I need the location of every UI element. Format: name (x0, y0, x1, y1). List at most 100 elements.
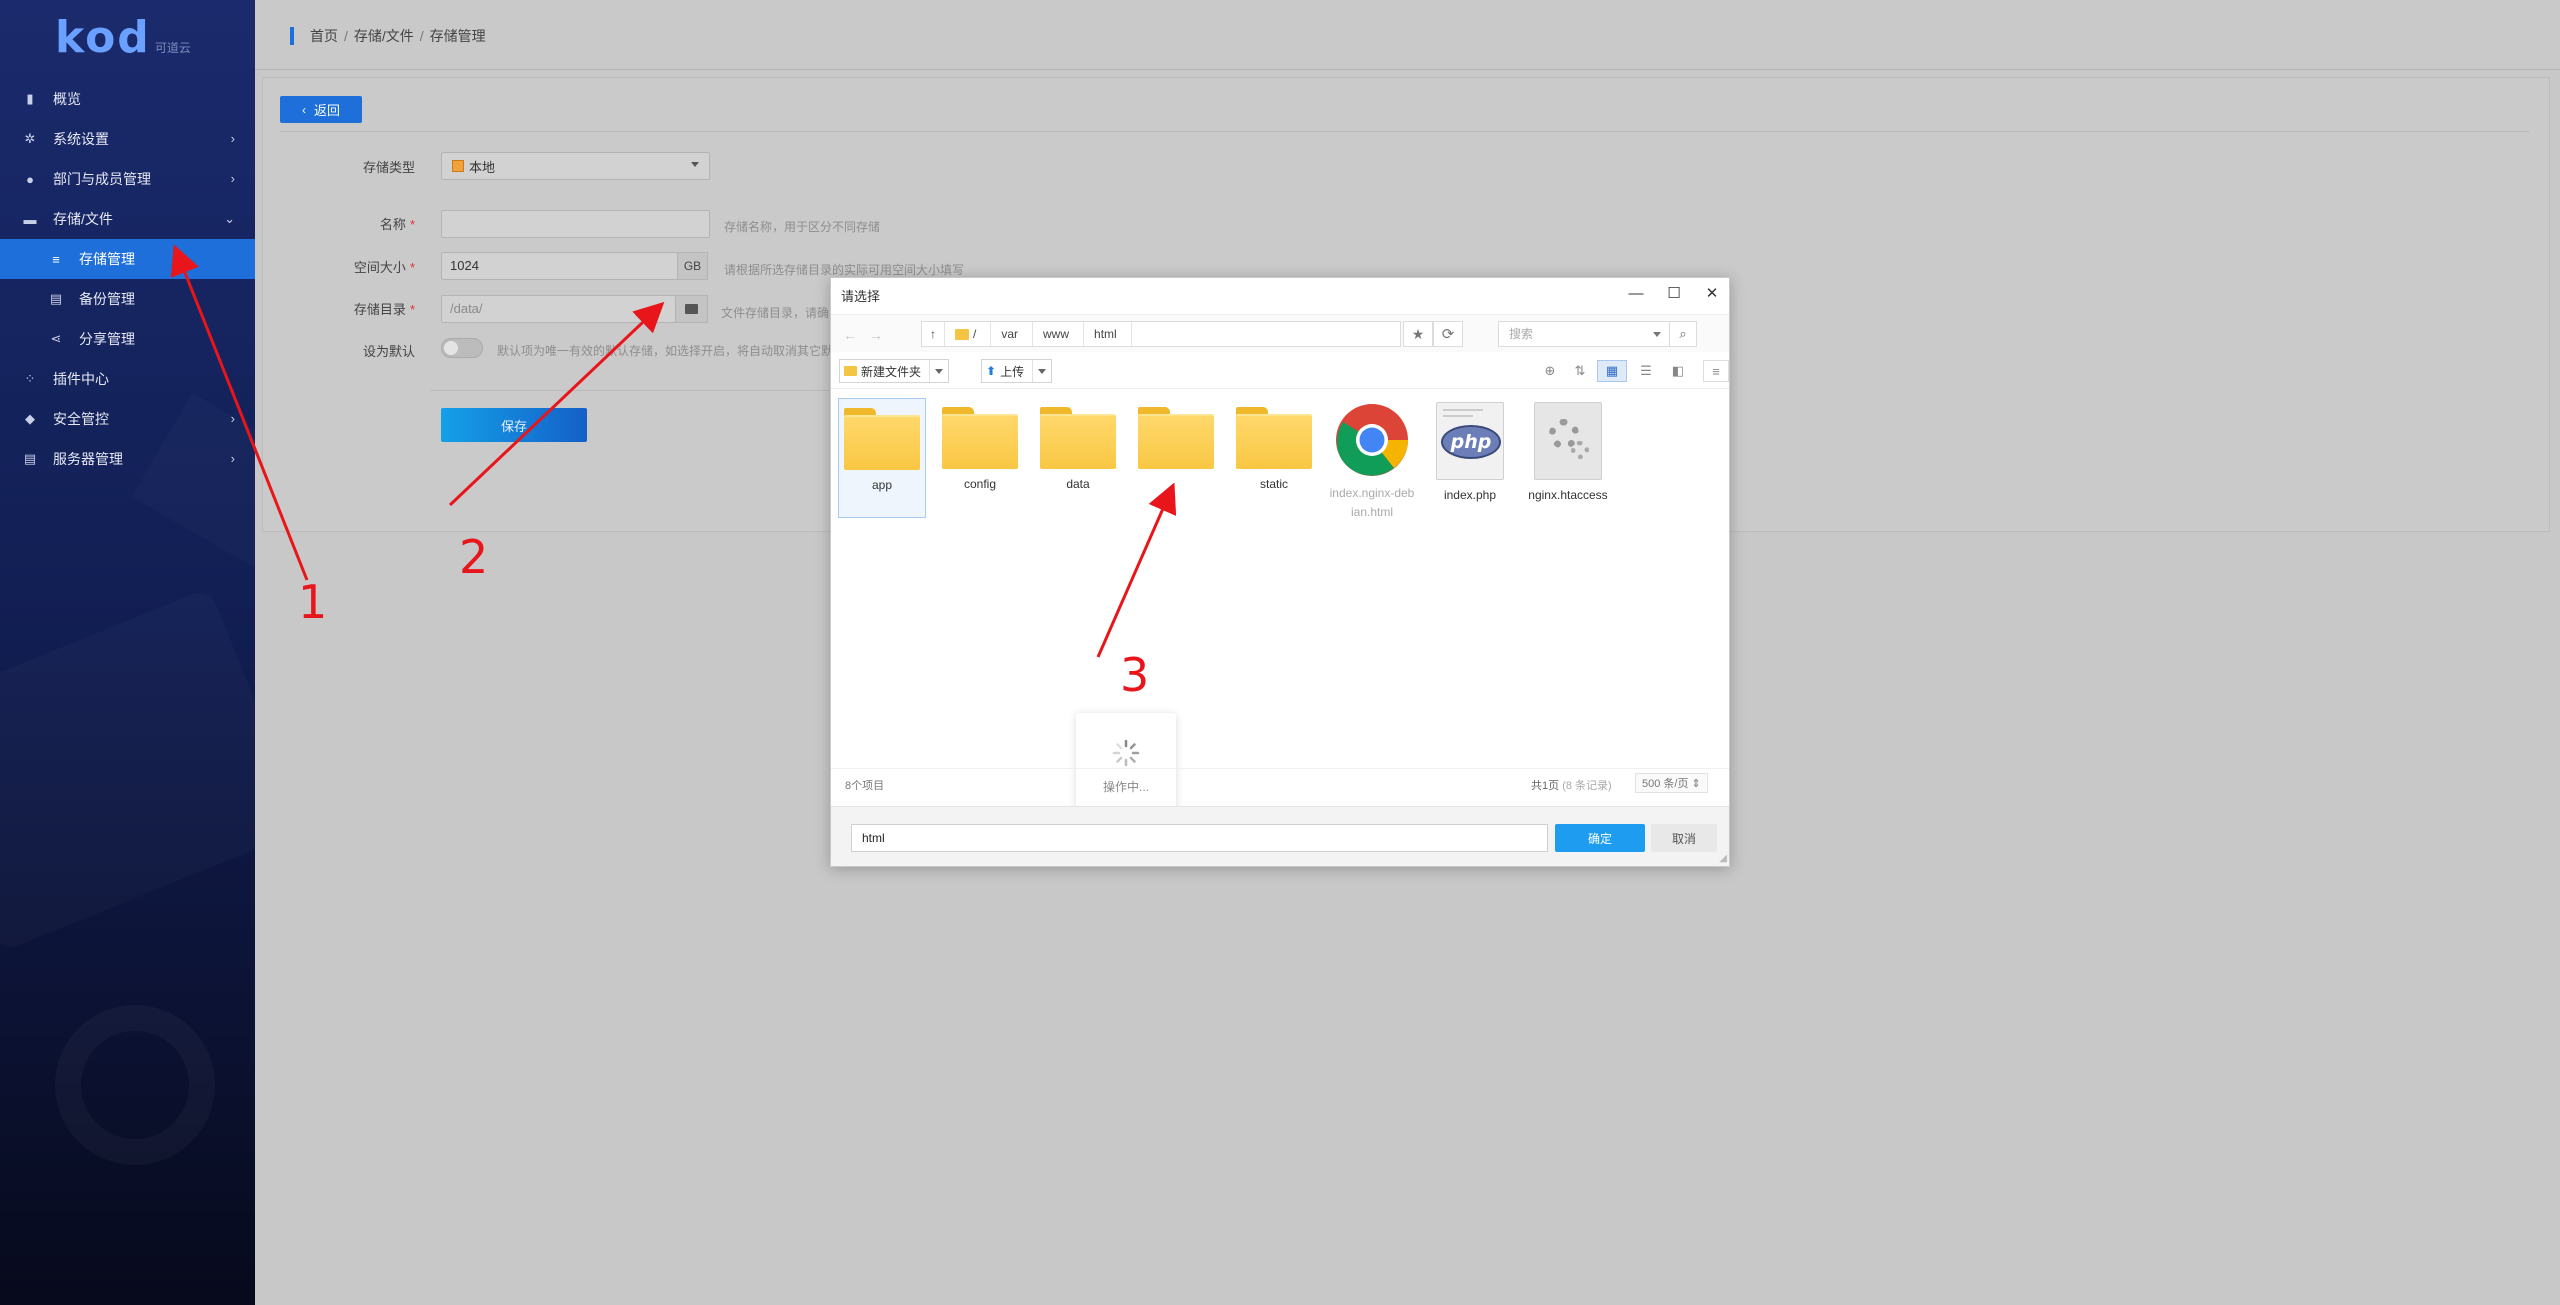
size-unit: GB (677, 252, 708, 280)
refresh-icon[interactable]: ⟳ (1433, 321, 1463, 347)
sidebar-item-label: 存储管理 (79, 251, 135, 267)
split-view-icon[interactable]: ◧ (1663, 360, 1693, 382)
folder-icon (844, 408, 920, 470)
chevron-down-icon[interactable] (930, 368, 948, 374)
minimize-icon[interactable]: — (1623, 282, 1649, 304)
sidebar-item-backup-management[interactable]: ▤ 备份管理 (0, 279, 255, 319)
sidebar-item-label: 分享管理 (79, 331, 135, 347)
status-bar: 8个项目 共1页 (8 条记录) 500 条/页 ⇕ (831, 768, 1729, 798)
search-input[interactable]: 搜索 (1498, 321, 1670, 347)
name-label: 名称 * (379, 217, 415, 232)
sidebar-item-system-settings[interactable]: ✲ 系统设置 › (0, 119, 255, 159)
file-item-folder[interactable]: app (838, 398, 926, 518)
storage-type-value: 本地 (469, 159, 496, 175)
sidebar-toggle-icon[interactable]: ≡ (1703, 360, 1729, 382)
up-arrow-icon[interactable]: ↑ (922, 322, 945, 346)
directory-hint: 文件存储目录，请确 (721, 306, 830, 320)
sidebar-item-label: 系统设置 (53, 131, 109, 147)
folder-select-dialog: 请选择 — ☐ ✕ ← → ↑ / var www html ★ ⟳ 搜索 ⌕ … (830, 277, 1730, 867)
directory-input[interactable]: /data/ (441, 295, 676, 323)
file-name: data (1066, 477, 1090, 491)
file-item-folder[interactable]: static (1230, 398, 1318, 494)
grid-view-icon[interactable]: ▦ (1597, 360, 1627, 382)
address-bar: ← → ↑ / var www html ★ ⟳ 搜索 ⌕ (831, 314, 1729, 352)
sidebar-item-label: 概览 (53, 91, 81, 107)
cancel-button[interactable]: 取消 (1651, 824, 1717, 852)
item-count: 8个项目 (845, 780, 885, 792)
gear-icon: ✲ (24, 131, 36, 146)
breadcrumb-home[interactable]: 首页 (310, 26, 338, 46)
folder-icon: ▬ (23, 211, 37, 227)
per-page-select[interactable]: 500 条/页 ⇕ (1635, 773, 1708, 793)
sidebar-item-share-management[interactable]: ⋖ 分享管理 (0, 319, 255, 359)
backup-icon: ▤ (49, 291, 63, 306)
sidebar: kod 可道云 ▮ 概览 ✲ 系统设置 › ● 部门与成员管理 › ▬ 存储/文… (0, 0, 255, 1305)
upload-button[interactable]: ⬆ 上传 (981, 359, 1053, 383)
file-item-folder[interactable]: config (936, 398, 1024, 494)
path-segment-www[interactable]: www (1033, 322, 1085, 346)
divider (280, 131, 2530, 132)
chevron-down-icon[interactable] (1033, 368, 1051, 374)
selected-path-input[interactable]: html (851, 824, 1548, 852)
sidebar-item-label: 服务器管理 (53, 451, 123, 467)
dropdown-arrow-icon[interactable] (1653, 332, 1661, 337)
chevron-left-icon: ‹ (301, 102, 306, 117)
plugins-icon: ⁘ (24, 371, 36, 386)
close-icon[interactable]: ✕ (1699, 282, 1725, 304)
database-icon: ≡ (52, 251, 60, 267)
sidebar-decoration (55, 1005, 215, 1165)
star-icon[interactable]: ★ (1403, 321, 1433, 347)
kod-logo[interactable]: kod 可道云 (55, 12, 191, 60)
annotation-number-1: 1 (298, 575, 328, 629)
file-item-folder[interactable] (1132, 398, 1220, 475)
breadcrumb-current: 存储管理 (429, 28, 486, 44)
breadcrumb-storage-files[interactable]: 存储/文件 (354, 26, 414, 46)
spinner-icon (1112, 739, 1140, 766)
sidebar-menu: ▮ 概览 ✲ 系统设置 › ● 部门与成员管理 › ▬ 存储/文件 ⌄ ≡ 存储… (0, 79, 255, 479)
user-icon: ● (26, 171, 34, 187)
sidebar-item-departments[interactable]: ● 部门与成员管理 › (0, 159, 255, 199)
share-icon: ⋖ (50, 331, 62, 346)
size-label: 空间大小 * (353, 260, 415, 275)
forward-arrow-icon[interactable]: → (865, 324, 887, 346)
zoom-icon[interactable]: ⊕ (1535, 360, 1565, 382)
maximize-icon[interactable]: ☐ (1661, 282, 1687, 304)
sidebar-item-plugins[interactable]: ⁘ 插件中心 (0, 359, 255, 399)
confirm-button[interactable]: 确定 (1555, 824, 1645, 852)
sidebar-item-storage-management[interactable]: ≡ 存储管理 (0, 239, 255, 279)
file-item-php[interactable]: php index.php (1426, 398, 1514, 505)
back-button[interactable]: ‹ 返回 (280, 96, 362, 123)
folder-icon (1138, 407, 1214, 469)
path-segment-var[interactable]: var (991, 322, 1034, 346)
path-segment-root[interactable]: / (945, 322, 992, 346)
name-input[interactable] (441, 210, 710, 238)
annotation-number-3: 3 (1120, 648, 1150, 702)
sidebar-item-security[interactable]: ◆ 安全管控 › (0, 399, 255, 439)
loading-indicator: 操作中... (1076, 713, 1176, 819)
file-item-config[interactable]: nginx.htaccess (1524, 398, 1612, 505)
file-item-html[interactable]: index.nginx-debian.html (1328, 398, 1416, 522)
sidebar-item-server[interactable]: ▤ 服务器管理 › (0, 439, 255, 479)
sidebar-item-storage-files[interactable]: ▬ 存储/文件 ⌄ (0, 199, 255, 239)
folder-picker-button[interactable] (675, 295, 708, 323)
resize-handle-icon[interactable]: ◢ (1719, 853, 1727, 864)
file-name: static (1259, 477, 1288, 491)
list-view-icon[interactable]: ☰ (1631, 360, 1661, 382)
storage-type-select[interactable]: 本地 (441, 152, 710, 180)
sidebar-item-overview[interactable]: ▮ 概览 (0, 79, 255, 119)
size-input[interactable]: 1024 (441, 252, 678, 280)
path-segment-html[interactable]: html (1084, 322, 1132, 346)
new-folder-button[interactable]: 新建文件夹 (839, 359, 950, 383)
search-icon[interactable]: ⌕ (1669, 321, 1697, 347)
file-grid: app config data static index.nginx-debia… (831, 390, 1729, 819)
file-name: config (963, 477, 997, 491)
folder-icon (685, 304, 698, 314)
default-toggle[interactable] (441, 338, 483, 358)
server-icon: ▤ (23, 451, 37, 466)
file-item-folder[interactable]: data (1034, 398, 1122, 494)
dialog-footer: html 确定 取消 (831, 806, 1729, 866)
sort-icon[interactable]: ⇅ (1565, 360, 1595, 382)
file-name: index.php (1443, 488, 1497, 502)
save-button[interactable]: 保存 (441, 408, 587, 442)
back-arrow-icon[interactable]: ← (839, 324, 861, 346)
